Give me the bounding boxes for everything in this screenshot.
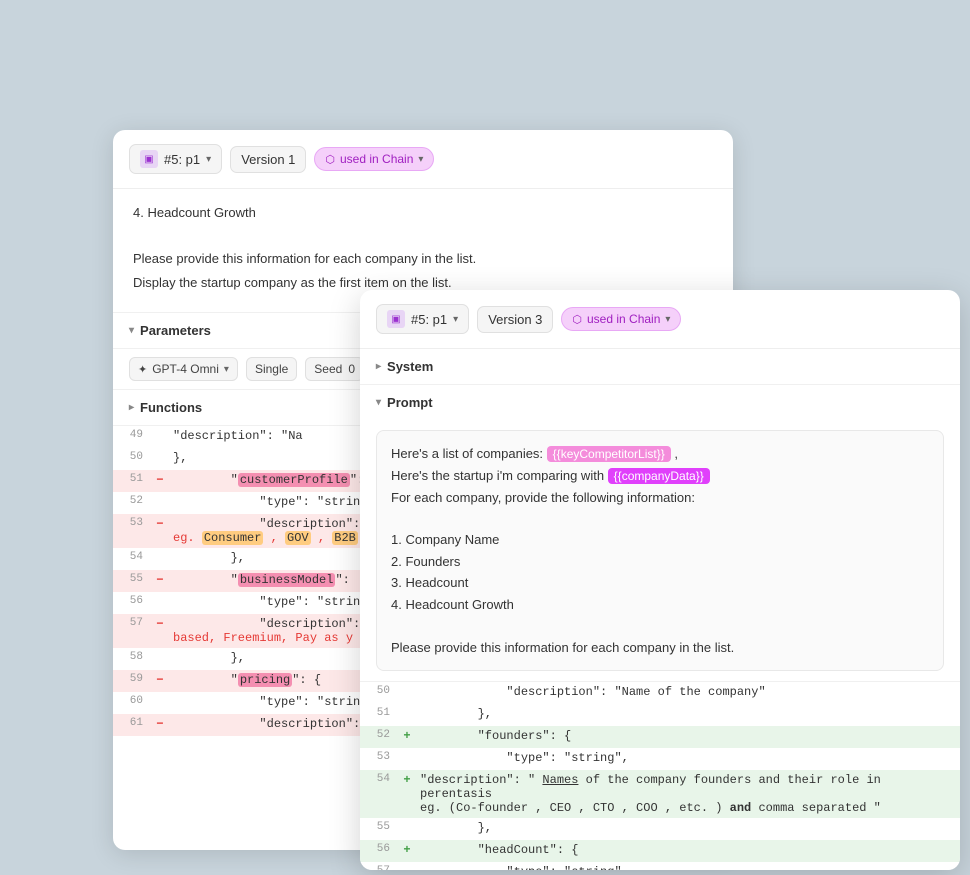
prompt-item1: 1. Company Name [391,529,929,550]
system-section-header[interactable]: ▸ System [360,349,960,384]
front-panel-header: ▣ #5: p1 ▾ Version 3 ⬡ used in Chain ▾ [360,290,960,349]
model-chip[interactable]: ✦ GPT-4 Omni ▾ [129,357,238,381]
back-used-in-chain-badge[interactable]: ⬡ used in Chain ▾ [314,147,434,171]
functions-label: Functions [140,400,202,415]
front-version-selector[interactable]: Version 3 [477,306,553,333]
seed-label: Seed [314,362,342,376]
table-row: 51 }, [360,704,960,726]
front-used-in-chain-badge[interactable]: ⬡ used in Chain ▾ [561,307,681,331]
model-icon: ✦ [138,363,147,376]
table-row: 56 + "headCount": { [360,840,960,862]
prompt-footer1: Please provide this information for each… [391,637,929,658]
parameters-label: Parameters [140,323,211,338]
front-prompt-chevron: ▾ [453,314,458,325]
back-panel-header: ▣ #5: p1 ▾ Version 1 ⬡ used in Chain ▾ [113,130,733,189]
front-version-label: Version 3 [488,312,542,327]
var-company-data: {{companyData}} [608,468,710,484]
system-label: System [387,359,433,374]
table-row: 53 "type": "string", [360,748,960,770]
back-prompt-id: #5: p1 [164,152,200,167]
front-chain-chevron: ▾ [665,314,670,325]
back-chain-chevron: ▾ [418,154,423,165]
front-prompt-id: #5: p1 [411,312,447,327]
prompt-box-icon: ▣ [140,150,158,168]
front-diff-table: 50 "description": "Name of the company" … [360,682,960,870]
prompt-section: ▾ Prompt Here's a list of companies: {{k… [360,385,960,682]
front-panel: ▣ #5: p1 ▾ Version 3 ⬡ used in Chain ▾ ▸… [360,290,960,870]
system-caret: ▸ [376,361,381,372]
prompt-label: Prompt [387,395,433,410]
functions-caret: ▸ [129,402,134,413]
table-row: 55 }, [360,818,960,840]
prompt-item2: 2. Founders [391,551,929,572]
parameters-caret: ▾ [129,325,134,336]
prompt-item4: 4. Headcount Growth [391,594,929,615]
prompt-line1: Here's a list of companies: {{keyCompeti… [391,443,929,465]
back-prompt-selector[interactable]: ▣ #5: p1 ▾ [129,144,222,174]
prompt-content-box: Here's a list of companies: {{keyCompeti… [376,430,944,671]
table-row: 57 "type": "string", [360,862,960,870]
system-section: ▸ System [360,349,960,385]
seed-value: 0 [348,362,355,376]
model-label: GPT-4 Omni [152,362,219,376]
table-row: 52 + "founders": { [360,726,960,748]
back-item4: 4. Headcount Growth [133,203,713,224]
back-line1: Please provide this information for each… [133,249,713,270]
model-chevron: ▾ [224,364,229,375]
back-prompt-chevron: ▾ [206,154,211,165]
prompt-line3: For each company, provide the following … [391,487,929,508]
front-prompt-selector[interactable]: ▣ #5: p1 ▾ [376,304,469,334]
back-version-label: Version 1 [241,152,295,167]
front-chain-link-icon: ⬡ [572,313,582,326]
chain-link-icon: ⬡ [325,153,335,166]
single-chip[interactable]: Single [246,357,297,381]
front-used-in-chain-text: used in Chain [587,312,660,326]
table-row: 54 + "description": " Names of the compa… [360,770,960,818]
prompt-line2: Here's the startup i'm comparing with {{… [391,465,929,487]
back-used-in-chain-text: used in Chain [340,152,413,166]
single-label: Single [255,362,288,376]
back-version-selector[interactable]: Version 1 [230,146,306,173]
prompt-section-header[interactable]: ▾ Prompt [360,385,960,420]
var-key-competitor: {{keyCompetitorList}} [547,446,671,462]
table-row: 50 "description": "Name of the company" [360,682,960,704]
prompt-caret: ▾ [376,397,381,408]
prompt-item3: 3. Headcount [391,572,929,593]
seed-chip: Seed 0 [305,357,364,381]
front-prompt-box-icon: ▣ [387,310,405,328]
